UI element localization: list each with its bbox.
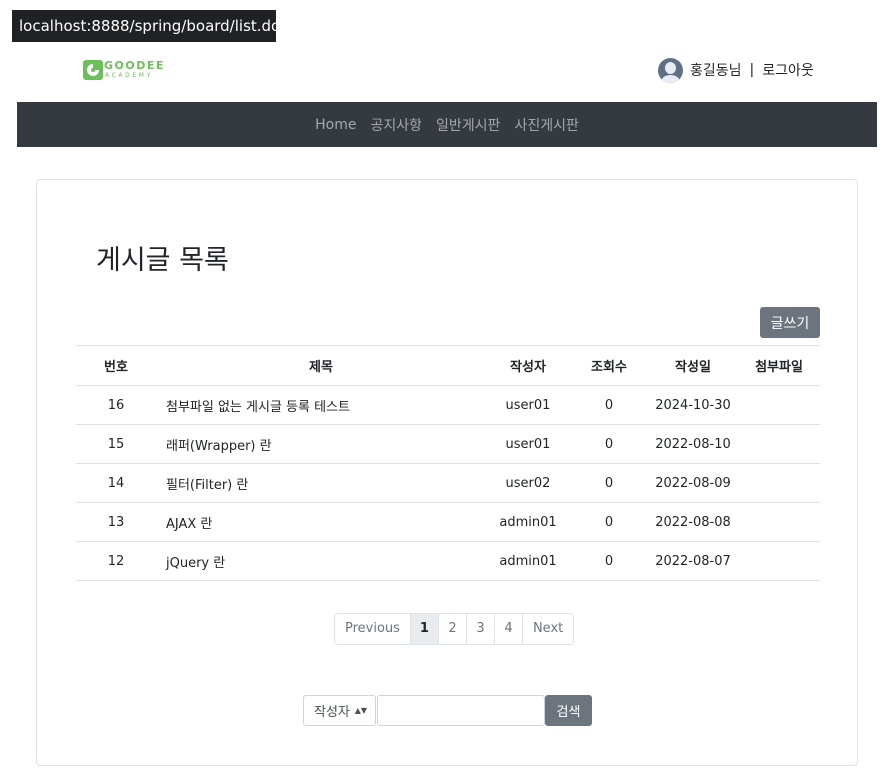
cell-no: 14 (76, 463, 156, 503)
cell-date: 2022-08-09 (648, 463, 738, 503)
logo-subtext: ACADEMY (105, 72, 153, 79)
cell-date: 2022-08-07 (648, 541, 738, 581)
search-type-select[interactable]: 작성자 ▲▼ (303, 695, 376, 726)
user-box: 홍길동님 | 로그아웃 (658, 57, 814, 83)
column-header-date: 작성일 (648, 345, 738, 386)
cell-no: 15 (76, 424, 156, 464)
column-header-title: 제목 (156, 345, 486, 386)
cell-attachment (738, 463, 820, 503)
cell-attachment (738, 502, 820, 542)
logo-text: GOODEE (104, 59, 165, 72)
cell-author: user01 (486, 385, 570, 425)
status-url-tooltip: localhost:8888/spring/board/list.do (12, 10, 276, 42)
pagination-page-2[interactable]: 2 (437, 614, 466, 644)
cell-date: 2022-08-08 (648, 502, 738, 542)
table-row[interactable]: 12 jQuery 란 admin01 0 2022-08-07 (76, 541, 820, 581)
cell-views: 0 (570, 541, 648, 581)
user-name: 홍길동님 (690, 63, 742, 79)
pagination-page-1[interactable]: 1 (409, 614, 438, 644)
sort-arrows-icon: ▲▼ (354, 706, 367, 715)
nav-item-notice[interactable]: 공지사항 (364, 115, 430, 135)
nav-item-home[interactable]: Home (308, 117, 363, 133)
table-row[interactable]: 14 필터(Filter) 란 user02 0 2022-08-09 (76, 463, 820, 503)
cell-views: 0 (570, 502, 648, 542)
table-row[interactable]: 16 첨부파일 없는 게시글 등록 테스트 user01 0 2024-10-3… (76, 385, 820, 425)
pagination: Previous 1 2 3 4 Next (334, 613, 575, 645)
page-title: 게시글 목록 (96, 245, 229, 276)
nav-item-general-board[interactable]: 일반게시판 (429, 115, 507, 135)
column-header-attachment: 첨부파일 (738, 345, 820, 386)
cell-title-link[interactable]: AJAX 란 (156, 502, 486, 542)
column-header-author: 작성자 (486, 345, 570, 386)
search-type-selected: 작성자 (314, 705, 350, 720)
cell-no: 13 (76, 502, 156, 542)
write-post-button[interactable]: 글쓰기 (760, 307, 820, 338)
logo-swirl-icon (83, 60, 103, 80)
cell-views: 0 (570, 463, 648, 503)
cell-views: 0 (570, 385, 648, 425)
site-header: GOODEE ACADEMY 홍길동님 | 로그아웃 (0, 48, 889, 92)
cell-views: 0 (570, 424, 648, 464)
search-button[interactable]: 검색 (545, 695, 592, 726)
cell-title-link[interactable]: 첨부파일 없는 게시글 등록 테스트 (156, 385, 486, 425)
cell-no: 16 (76, 385, 156, 425)
table-row[interactable]: 13 AJAX 란 admin01 0 2022-08-08 (76, 502, 820, 542)
main-navbar: Home 공지사항 일반게시판 사진게시판 (17, 102, 877, 147)
cell-attachment (738, 385, 820, 425)
cell-attachment (738, 541, 820, 581)
table-header-row: 번호 제목 작성자 조회수 작성일 첨부파일 (76, 345, 820, 386)
cell-attachment (738, 424, 820, 464)
cell-author: user02 (486, 463, 570, 503)
pagination-page-3[interactable]: 3 (465, 614, 494, 644)
logo[interactable]: GOODEE ACADEMY (83, 58, 167, 82)
cell-title-link[interactable]: 래퍼(Wrapper) 란 (156, 424, 486, 464)
pagination-page-4[interactable]: 4 (493, 614, 522, 644)
cell-date: 2022-08-10 (648, 424, 738, 464)
cell-title-link[interactable]: jQuery 란 (156, 541, 486, 581)
cell-no: 12 (76, 541, 156, 581)
search-form: 작성자 ▲▼ 검색 (303, 695, 592, 726)
pagination-previous[interactable]: Previous (335, 614, 410, 644)
search-input[interactable] (377, 695, 545, 726)
logout-link[interactable]: 로그아웃 (762, 60, 814, 80)
user-separator: | (749, 62, 755, 78)
board-card: 게시글 목록 글쓰기 번호 제목 작성자 조회수 작성일 첨부파일 16 첨부파… (36, 179, 858, 766)
cell-date: 2024-10-30 (648, 385, 738, 425)
column-header-views: 조회수 (570, 345, 648, 386)
cell-title-link[interactable]: 필터(Filter) 란 (156, 463, 486, 503)
board-table: 번호 제목 작성자 조회수 작성일 첨부파일 16 첨부파일 없는 게시글 등록… (76, 345, 820, 581)
cell-author: admin01 (486, 541, 570, 581)
column-header-no: 번호 (76, 345, 156, 386)
table-row[interactable]: 15 래퍼(Wrapper) 란 user01 0 2022-08-10 (76, 424, 820, 464)
user-avatar-icon (658, 57, 683, 83)
pagination-next[interactable]: Next (521, 614, 574, 644)
cell-author: admin01 (486, 502, 570, 542)
nav-item-photo-board[interactable]: 사진게시판 (507, 115, 585, 135)
cell-author: user01 (486, 424, 570, 464)
